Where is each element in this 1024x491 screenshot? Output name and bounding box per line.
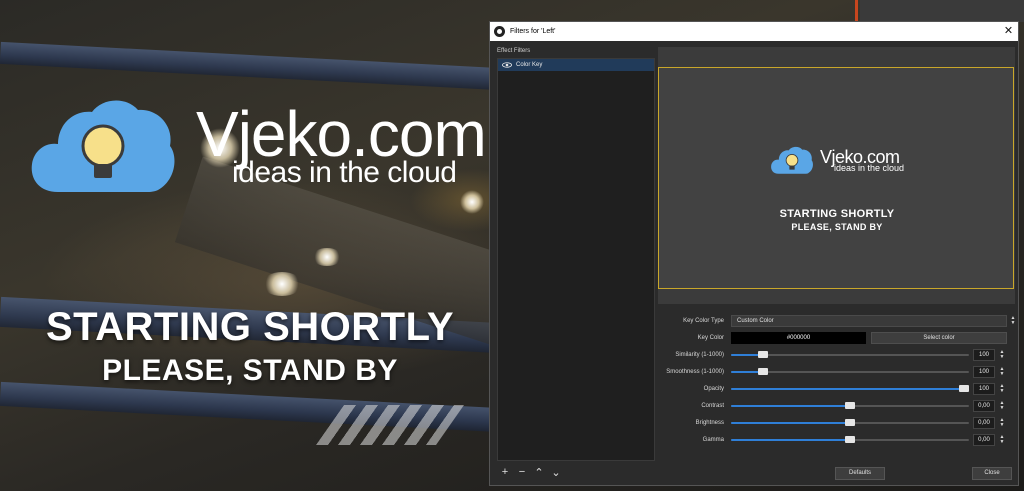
filter-name: Color Key [516, 62, 543, 68]
select-arrows-icon[interactable]: ▲ ▼ [1009, 315, 1017, 327]
slider-thumb[interactable] [845, 419, 855, 426]
spinner-arrows-icon[interactable]: ▲ ▼ [998, 417, 1006, 429]
slider-fill [731, 439, 850, 441]
close-button[interactable]: Close [972, 467, 1012, 480]
opacity-slider[interactable] [731, 383, 969, 395]
brightness-row: Brightness 0,00 ▲ ▼ [658, 417, 1015, 429]
spinner-arrows-icon[interactable]: ▲ ▼ [998, 349, 1006, 361]
slider-thumb[interactable] [959, 385, 969, 392]
add-filter-icon[interactable]: + [499, 466, 511, 479]
select-color-button[interactable]: Select color [871, 332, 1007, 344]
app-background [860, 0, 1024, 22]
cloud-bulb-logo-icon [31, 100, 175, 192]
brightness-label: Brightness [695, 420, 724, 426]
slider-fill [731, 422, 850, 424]
slider-thumb[interactable] [845, 402, 855, 409]
preview-canvas: Vjeko.com ideas in the cloud STARTING SH… [658, 67, 1014, 289]
headline: STARTING SHORTLY [45, 305, 455, 349]
gamma-slider[interactable] [731, 434, 969, 446]
spinner-arrows-icon[interactable]: ▲ ▼ [998, 400, 1006, 412]
brightness-slider[interactable] [731, 417, 969, 429]
move-down-icon[interactable]: ⌄ [550, 466, 562, 479]
smoothness-label: Smoothness (1-1000) [666, 369, 724, 375]
similarity-label: Similarity (1-1000) [675, 352, 724, 358]
preview-headline: STARTING SHORTLY [779, 208, 895, 220]
key-color-swatch: #000000 [731, 332, 866, 344]
defaults-button[interactable]: Defaults [835, 467, 885, 480]
gamma-row: Gamma 0,00 ▲ ▼ [658, 434, 1015, 446]
crosswalk [315, 405, 465, 445]
slider-thumb[interactable] [758, 351, 768, 358]
key-color-row: Key Color #000000 Select color [658, 332, 1015, 344]
dialog-title: Filters for 'Left' [510, 28, 556, 35]
similarity-value[interactable]: 100 [973, 349, 995, 361]
key-color-type-row: Key Color Type Custom Color ▲ ▼ [658, 315, 1015, 327]
brand-tagline: ideas in the cloud [232, 156, 457, 189]
spinner-arrows-icon[interactable]: ▲ ▼ [998, 383, 1006, 395]
gamma-label: Gamma [702, 437, 724, 443]
car-headlights [312, 248, 342, 266]
slider-fill [731, 388, 964, 390]
preview-subheadline: PLEASE, STAND BY [791, 222, 883, 232]
opacity-value[interactable]: 100 [973, 383, 995, 395]
key-color-label: Key Color [697, 335, 724, 341]
similarity-row: Similarity (1-1000) 100 ▲ ▼ [658, 349, 1015, 361]
move-up-icon[interactable]: ⌃ [533, 466, 545, 479]
filter-item-color-key[interactable]: Color Key [498, 59, 654, 71]
smoothness-value[interactable]: 100 [973, 366, 995, 378]
key-color-type-select[interactable]: Custom Color [731, 315, 1007, 327]
slider-thumb[interactable] [758, 368, 768, 375]
railing-top [0, 41, 501, 91]
preview-brand-tagline: ideas in the cloud [834, 163, 905, 173]
preview-area: Vjeko.com ideas in the cloud STARTING SH… [658, 47, 1015, 304]
spinner-arrows-icon[interactable]: ▲ ▼ [998, 366, 1006, 378]
smoothness-slider[interactable] [731, 366, 969, 378]
slider-fill [731, 405, 850, 407]
opacity-label: Opacity [703, 386, 724, 392]
contrast-slider[interactable] [731, 400, 969, 412]
contrast-row: Contrast 0,00 ▲ ▼ [658, 400, 1015, 412]
subheadline: PLEASE, STAND BY [102, 354, 398, 387]
smoothness-row: Smoothness (1-1000) 100 ▲ ▼ [658, 366, 1015, 378]
remove-filter-icon[interactable]: − [516, 466, 528, 479]
contrast-label: Contrast [701, 403, 724, 409]
filter-list-toolbar: + − ⌃ ⌄ [499, 466, 562, 479]
brightness-value[interactable]: 0,00 [973, 417, 995, 429]
gamma-value[interactable]: 0,00 [973, 434, 995, 446]
spinner-arrows-icon[interactable]: ▲ ▼ [998, 434, 1006, 446]
window-edge [855, 0, 858, 22]
effect-filters-list[interactable]: Color Key [497, 58, 655, 461]
obs-app-icon [494, 26, 505, 37]
filters-dialog: Filters for 'Left' ✕ Effect Filters Colo… [489, 21, 1019, 486]
screen: Vjeko.com ideas in the cloud STARTING SH… [0, 0, 1024, 491]
opacity-row: Opacity 100 ▲ ▼ [658, 383, 1015, 395]
car-headlights [262, 272, 302, 296]
contrast-value[interactable]: 0,00 [973, 400, 995, 412]
close-icon[interactable]: ✕ [999, 22, 1018, 41]
street-light [460, 190, 484, 214]
slider-thumb[interactable] [845, 436, 855, 443]
eye-icon[interactable] [502, 62, 512, 68]
dialog-titlebar: Filters for 'Left' ✕ [490, 22, 1018, 41]
cloud-bulb-logo-icon [771, 146, 813, 174]
effect-filters-label: Effect Filters [497, 48, 531, 54]
similarity-slider[interactable] [731, 349, 969, 361]
key-color-type-label: Key Color Type [683, 318, 724, 324]
